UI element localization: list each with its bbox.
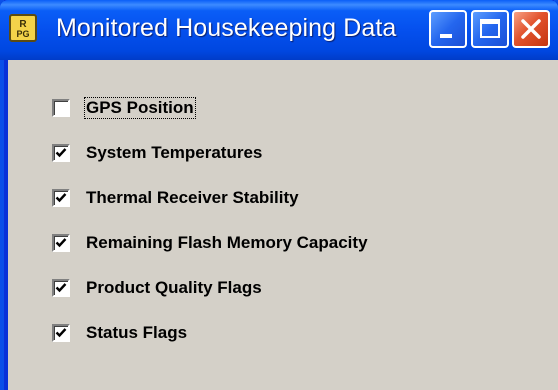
close-button[interactable] <box>512 10 550 48</box>
checkmark-icon <box>55 328 67 338</box>
checkbox[interactable] <box>52 234 70 252</box>
window-client-area: GPS Position System Temperatures Thermal R… <box>8 60 558 390</box>
checkbox[interactable] <box>52 279 70 297</box>
checkmark-icon <box>55 283 67 293</box>
option-row[interactable]: Product Quality Flags <box>52 275 263 301</box>
option-label[interactable]: Remaining Flash Memory Capacity <box>85 233 369 253</box>
option-label[interactable]: System Temperatures <box>85 143 263 163</box>
option-row[interactable]: Thermal Receiver Stability <box>52 185 300 211</box>
window-title: Monitored Housekeeping Data <box>56 14 397 42</box>
close-icon <box>521 19 541 39</box>
minimize-button[interactable] <box>429 10 467 48</box>
checkbox[interactable] <box>52 189 70 207</box>
title-bar[interactable]: R PG Monitored Housekeeping Data <box>0 0 558 60</box>
svg-text:PG: PG <box>16 29 29 39</box>
maximize-icon <box>480 19 500 38</box>
checkbox[interactable] <box>52 99 70 117</box>
option-label[interactable]: GPS Position <box>84 97 196 119</box>
housekeeping-window: R PG Monitored Housekeeping Data GPS Pos… <box>0 0 558 390</box>
option-row[interactable]: GPS Position <box>52 95 196 121</box>
checkmark-icon <box>55 238 67 248</box>
option-row[interactable]: Status Flags <box>52 320 188 346</box>
minimize-icon <box>440 34 452 38</box>
option-row[interactable]: Remaining Flash Memory Capacity <box>52 230 369 256</box>
checkbox[interactable] <box>52 144 70 162</box>
option-label[interactable]: Product Quality Flags <box>85 278 263 298</box>
rpg-logo-icon[interactable]: R PG <box>9 14 37 42</box>
option-label[interactable]: Thermal Receiver Stability <box>85 188 300 208</box>
checkbox[interactable] <box>52 324 70 342</box>
checkmark-icon <box>55 193 67 203</box>
option-row[interactable]: System Temperatures <box>52 140 263 166</box>
option-label[interactable]: Status Flags <box>85 323 188 343</box>
checkmark-icon <box>55 148 67 158</box>
maximize-button[interactable] <box>471 10 509 48</box>
